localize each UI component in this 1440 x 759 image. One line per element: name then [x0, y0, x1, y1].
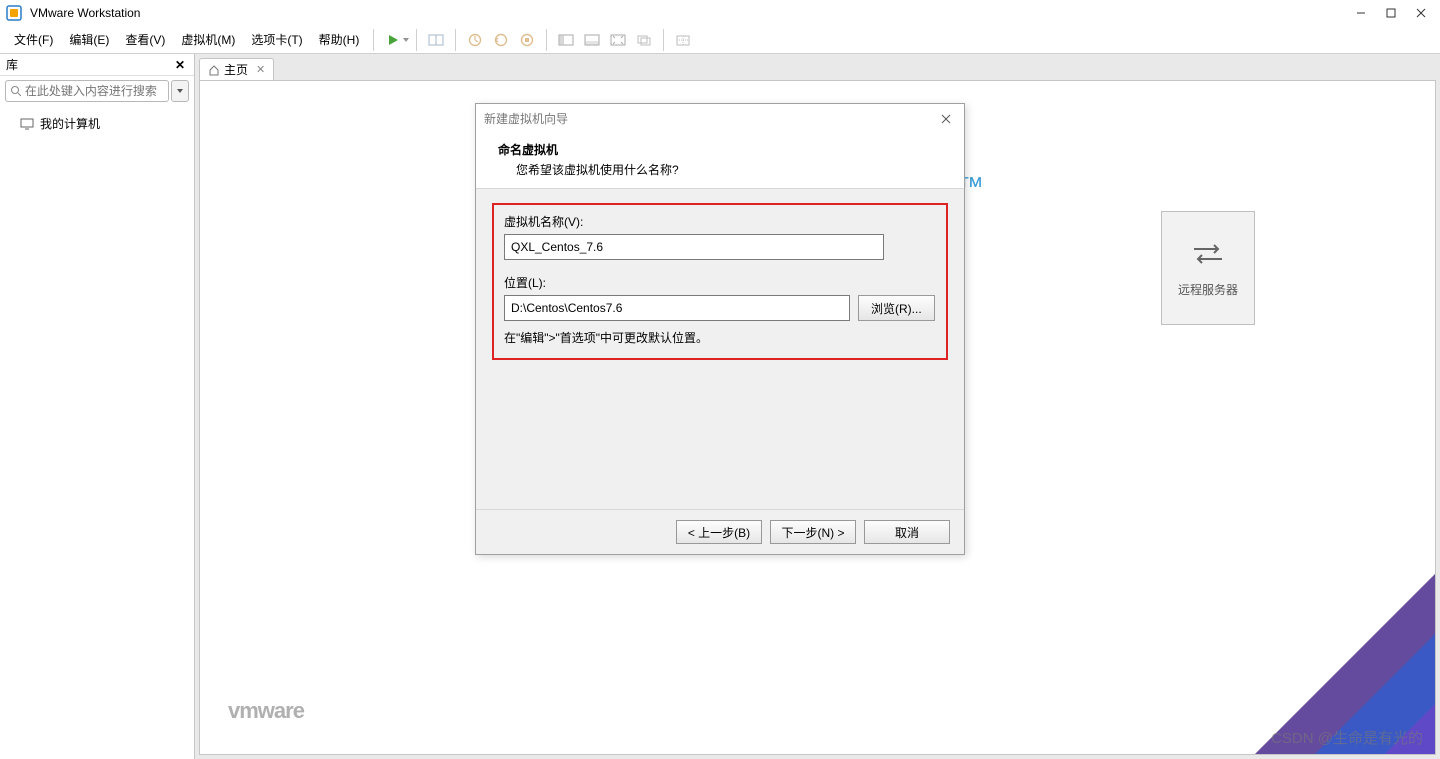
toolbar-separator [416, 29, 417, 51]
toolbar-separator [546, 29, 547, 51]
maximize-button[interactable] [1378, 3, 1404, 23]
corner-decoration [1215, 534, 1436, 755]
thumbnail-bottom-button[interactable] [579, 29, 605, 51]
fullscreen-button[interactable] [605, 29, 631, 51]
sidebar-title: 库 [6, 56, 172, 73]
search-dropdown-button[interactable] [171, 80, 189, 102]
menubar: 文件(F) 编辑(E) 查看(V) 虚拟机(M) 选项卡(T) 帮助(H) [0, 26, 1440, 54]
menu-help[interactable]: 帮助(H) [311, 27, 368, 52]
vm-name-input[interactable] [504, 234, 884, 260]
vm-name-label: 虚拟机名称(V): [504, 213, 936, 230]
minimize-button[interactable] [1348, 3, 1374, 23]
monitor-icon [20, 118, 34, 130]
search-input[interactable] [25, 84, 164, 98]
library-sidebar: 库 ✕ 我的计算机 [0, 54, 195, 759]
thumbnail-left-button[interactable] [553, 29, 579, 51]
toolbar-separator [663, 29, 664, 51]
cancel-button[interactable]: 取消 [864, 520, 950, 544]
toolbar-separator [455, 29, 456, 51]
app-title: VMware Workstation [30, 6, 140, 20]
tree-item-my-computer[interactable]: 我的计算机 [6, 112, 188, 135]
titlebar: VMware Workstation [0, 0, 1440, 26]
arrows-icon [1190, 239, 1226, 269]
dialog-title: 新建虚拟机向导 [484, 110, 936, 127]
tab-strip: 主页 ✕ [195, 54, 1440, 80]
search-box[interactable] [5, 80, 169, 102]
vm-location-input[interactable] [504, 295, 850, 321]
search-icon [10, 85, 21, 97]
play-dropdown-icon[interactable] [402, 36, 410, 44]
back-button[interactable]: < 上一步(B) [676, 520, 762, 544]
remote-server-label: 远程服务器 [1178, 281, 1238, 298]
tree-item-label: 我的计算机 [40, 115, 100, 132]
menu-view[interactable]: 查看(V) [117, 27, 173, 52]
snapshot-button[interactable] [462, 29, 488, 51]
remote-server-card[interactable]: 远程服务器 [1161, 211, 1255, 325]
dialog-subheading: 您希望该虚拟机使用什么名称? [516, 161, 954, 178]
next-button[interactable]: 下一步(N) > [770, 520, 856, 544]
location-hint: 在"编辑">"首选项"中可更改默认位置。 [504, 329, 936, 346]
vm-location-label: 位置(L): [504, 274, 936, 291]
dialog-titlebar: 新建虚拟机向导 [476, 104, 964, 133]
split-view-button[interactable] [423, 29, 449, 51]
dialog-header: 命名虚拟机 您希望该虚拟机使用什么名称? [476, 133, 964, 189]
stretch-button[interactable] [670, 29, 696, 51]
vmware-logo: vmware [228, 698, 304, 724]
toolbar-separator [373, 29, 374, 51]
dialog-body: 虚拟机名称(V): 位置(L): 浏览(R)... 在"编辑">"首选项"中可更… [476, 189, 964, 509]
dialog-heading: 命名虚拟机 [498, 141, 954, 158]
menu-tabs[interactable]: 选项卡(T) [243, 27, 310, 52]
menu-vm[interactable]: 虚拟机(M) [173, 27, 243, 52]
tab-label: 主页 [224, 61, 248, 78]
browse-button[interactable]: 浏览(R)... [858, 295, 935, 321]
menu-edit[interactable]: 编辑(E) [61, 27, 117, 52]
new-vm-wizard-dialog: 新建虚拟机向导 命名虚拟机 您希望该虚拟机使用什么名称? 虚拟机名称(V): 位… [475, 103, 965, 555]
dialog-footer: < 上一步(B) 下一步(N) > 取消 [476, 509, 964, 554]
home-icon [208, 64, 220, 76]
sidebar-close-button[interactable]: ✕ [172, 57, 188, 73]
tab-close-button[interactable]: ✕ [256, 63, 265, 76]
tab-home[interactable]: 主页 ✕ [199, 58, 274, 80]
snapshot-revert-button[interactable] [488, 29, 514, 51]
library-tree: 我的计算机 [0, 106, 194, 759]
watermark: CSDN @生命是有光的 [1271, 727, 1423, 748]
app-icon [6, 5, 22, 21]
snapshot-manager-button[interactable] [514, 29, 540, 51]
highlighted-section: 虚拟机名称(V): 位置(L): 浏览(R)... 在"编辑">"首选项"中可更… [492, 203, 948, 360]
close-button[interactable] [1408, 3, 1434, 23]
unity-button[interactable] [631, 29, 657, 51]
menu-file[interactable]: 文件(F) [6, 27, 61, 52]
dialog-close-button[interactable] [936, 111, 956, 127]
